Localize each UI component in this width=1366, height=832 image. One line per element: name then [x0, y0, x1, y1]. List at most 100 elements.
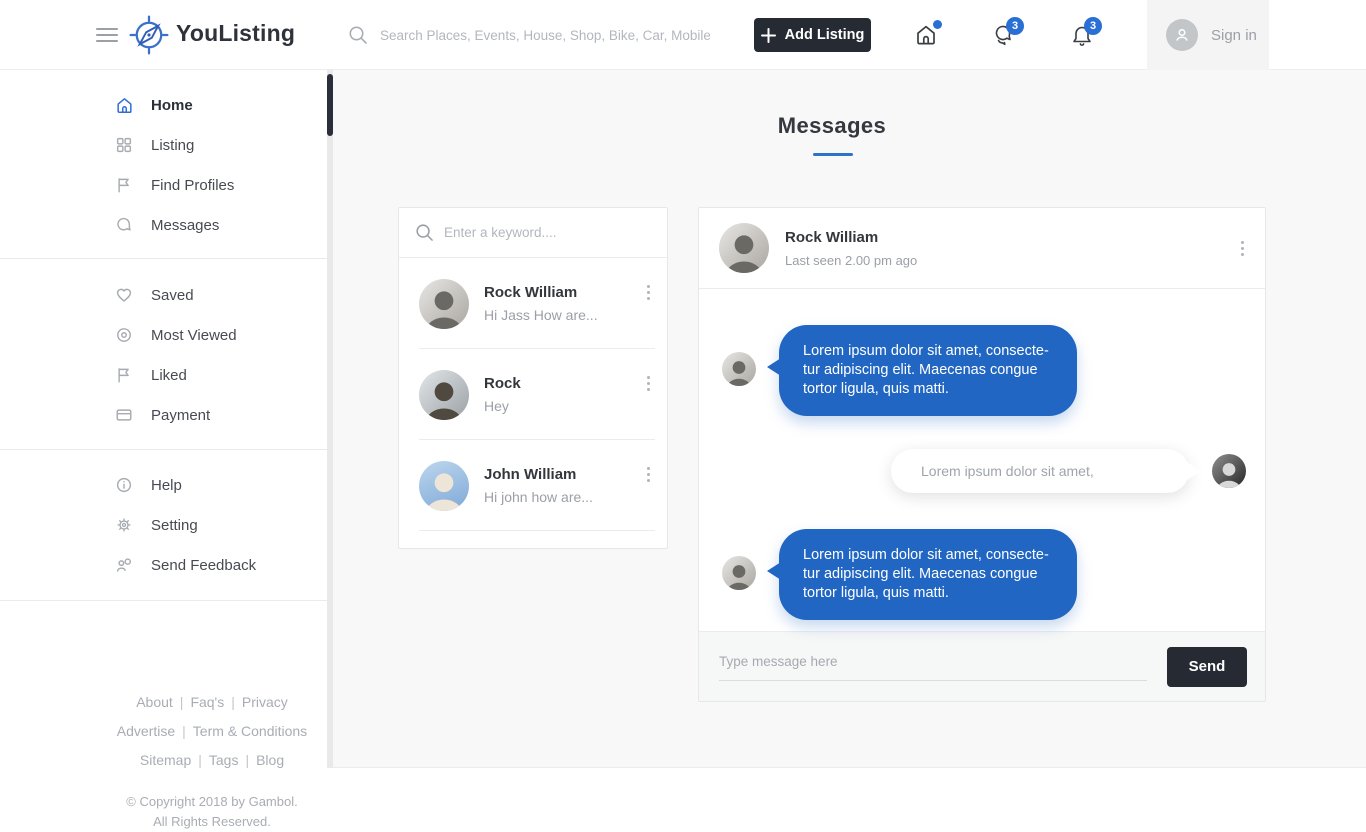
conversation-name: Rock: [484, 375, 521, 392]
incoming-message-bubble: Lorem ipsum dolor sit amet, consecte-tur…: [779, 325, 1077, 416]
conversation-list-panel: Rock William Hi Jass How are... Rock Hey…: [398, 207, 668, 549]
sidebar-item-label: Help: [151, 477, 182, 494]
footer-link-terms[interactable]: Term & Conditions: [193, 723, 307, 739]
hamburger-menu-icon[interactable]: [96, 27, 118, 43]
add-listing-button[interactable]: Add Listing: [754, 18, 871, 52]
conversation-preview: Hi Jass How are...: [484, 307, 598, 323]
brand-name[interactable]: YouListing: [176, 20, 295, 47]
footer-separator: |: [231, 694, 235, 710]
heart-icon: [115, 286, 134, 304]
conversation-item-rock-william[interactable]: Rock William Hi Jass How are...: [399, 258, 667, 349]
page-title: Messages: [398, 113, 1266, 139]
sign-in-label: Sign in: [1211, 27, 1257, 44]
global-search-input[interactable]: [380, 28, 710, 43]
home-icon[interactable]: [914, 23, 938, 47]
footer-link-faqs[interactable]: Faq's: [190, 694, 224, 710]
flag-icon: [115, 366, 134, 384]
notifications-bell-icon[interactable]: 3: [1070, 23, 1094, 47]
more-options-icon[interactable]: [1238, 238, 1247, 259]
footer-link-privacy[interactable]: Privacy: [242, 694, 288, 710]
add-listing-label: Add Listing: [785, 27, 865, 43]
incoming-message-bubble: Lorem ipsum dolor sit amet, consecte-tur…: [779, 529, 1077, 620]
conversation-item-john-william[interactable]: John William Hi john how are...: [399, 440, 667, 531]
outgoing-message-bubble: Lorem ipsum dolor sit amet,: [891, 449, 1189, 493]
sidebar-item-liked[interactable]: Liked: [0, 355, 327, 395]
chat-panel: Rock William Last seen 2.00 pm ago Lorem…: [698, 207, 1266, 702]
sidebar: Home Listing Find Profiles Messages: [0, 70, 327, 810]
footer-separator: |: [245, 752, 249, 768]
conversation-text: Rock Hey: [484, 375, 521, 414]
flag-icon: [115, 176, 134, 194]
sidebar-item-most-viewed[interactable]: Most Viewed: [0, 315, 327, 355]
gear-icon: [115, 516, 134, 534]
chat-bubble-icon: [115, 216, 134, 234]
eye-icon: [115, 326, 134, 344]
message-input-wrap: [719, 653, 1147, 681]
conversation-name: Rock William: [484, 284, 598, 301]
sidebar-item-listing[interactable]: Listing: [0, 125, 327, 165]
notifications-badge: 3: [1084, 17, 1102, 35]
sidebar-item-label: Setting: [151, 517, 198, 534]
chat-contact-name: Rock William: [785, 229, 917, 246]
home-notification-dot: [933, 20, 942, 29]
send-button[interactable]: Send: [1167, 647, 1247, 687]
footer-separator: |: [198, 752, 202, 768]
home-icon: [115, 96, 134, 115]
sidebar-item-find-profiles[interactable]: Find Profiles: [0, 165, 327, 205]
sidebar-divider: [0, 600, 327, 601]
compass-logo-icon[interactable]: [128, 14, 170, 56]
sidebar-item-saved[interactable]: Saved: [0, 275, 327, 315]
sidebar-divider: [0, 258, 327, 259]
avatar: [722, 556, 756, 590]
sidebar-item-label: Saved: [151, 287, 194, 304]
conversation-text: Rock William Hi Jass How are...: [484, 284, 598, 323]
conversation-search-input[interactable]: [444, 225, 634, 240]
sidebar-footer: About|Faq's|Privacy Advertise|Term & Con…: [86, 694, 338, 832]
avatar: [419, 279, 469, 329]
sidebar-item-home[interactable]: Home: [0, 85, 327, 125]
sidebar-divider: [0, 449, 327, 450]
footer-link-sitemap[interactable]: Sitemap: [140, 752, 191, 768]
more-options-icon[interactable]: [644, 373, 653, 394]
footer-link-tags[interactable]: Tags: [209, 752, 239, 768]
sidebar-item-label: Find Profiles: [151, 177, 234, 194]
avatar: [719, 223, 769, 273]
sidebar-item-messages[interactable]: Messages: [0, 205, 327, 245]
sidebar-item-label: Most Viewed: [151, 327, 237, 344]
sidebar-item-label: Liked: [151, 367, 187, 384]
rights-line: All Rights Reserved.: [86, 812, 338, 832]
more-options-icon[interactable]: [644, 282, 653, 303]
sidebar-item-label: Send Feedback: [151, 557, 256, 574]
title-underline: [813, 153, 853, 156]
footer-separator: |: [182, 723, 186, 739]
footer-link-advertise[interactable]: Advertise: [117, 723, 175, 739]
sidebar-item-help[interactable]: Help: [0, 465, 327, 505]
chat-message-area: Lorem ipsum dolor sit amet, consecte-tur…: [699, 289, 1265, 631]
grid-icon: [115, 136, 134, 154]
more-options-icon[interactable]: [644, 464, 653, 485]
avatar: [419, 370, 469, 420]
footer-link-about[interactable]: About: [136, 694, 173, 710]
footer-links-row: About|Faq's|Privacy: [86, 694, 338, 710]
message-input[interactable]: [719, 654, 1147, 669]
sign-in-button[interactable]: Sign in: [1147, 0, 1269, 70]
footer-link-blog[interactable]: Blog: [256, 752, 284, 768]
sidebar-item-label: Messages: [151, 217, 219, 234]
footer-links-row: Advertise | Term & Conditions: [86, 723, 338, 739]
avatar: [722, 352, 756, 386]
global-search: [348, 20, 728, 50]
sidebar-item-setting[interactable]: Setting: [0, 505, 327, 545]
copyright-line: © Copyright 2018 by Gambol.: [86, 792, 338, 812]
sidebar-item-send-feedback[interactable]: Send Feedback: [0, 545, 327, 585]
avatar: [1212, 454, 1246, 488]
sidebar-item-label: Listing: [151, 137, 194, 154]
plus-icon: [761, 28, 776, 43]
messages-icon[interactable]: 3: [992, 23, 1016, 47]
conversation-search: [399, 208, 667, 258]
chat-contact-info: Rock William Last seen 2.00 pm ago: [785, 229, 917, 268]
feedback-icon: [115, 556, 134, 574]
messages-badge: 3: [1006, 17, 1024, 35]
sidebar-item-payment[interactable]: Payment: [0, 395, 327, 435]
top-bar: YouListing Add Listing 3 3: [0, 0, 1366, 70]
conversation-item-rock[interactable]: Rock Hey: [399, 349, 667, 440]
